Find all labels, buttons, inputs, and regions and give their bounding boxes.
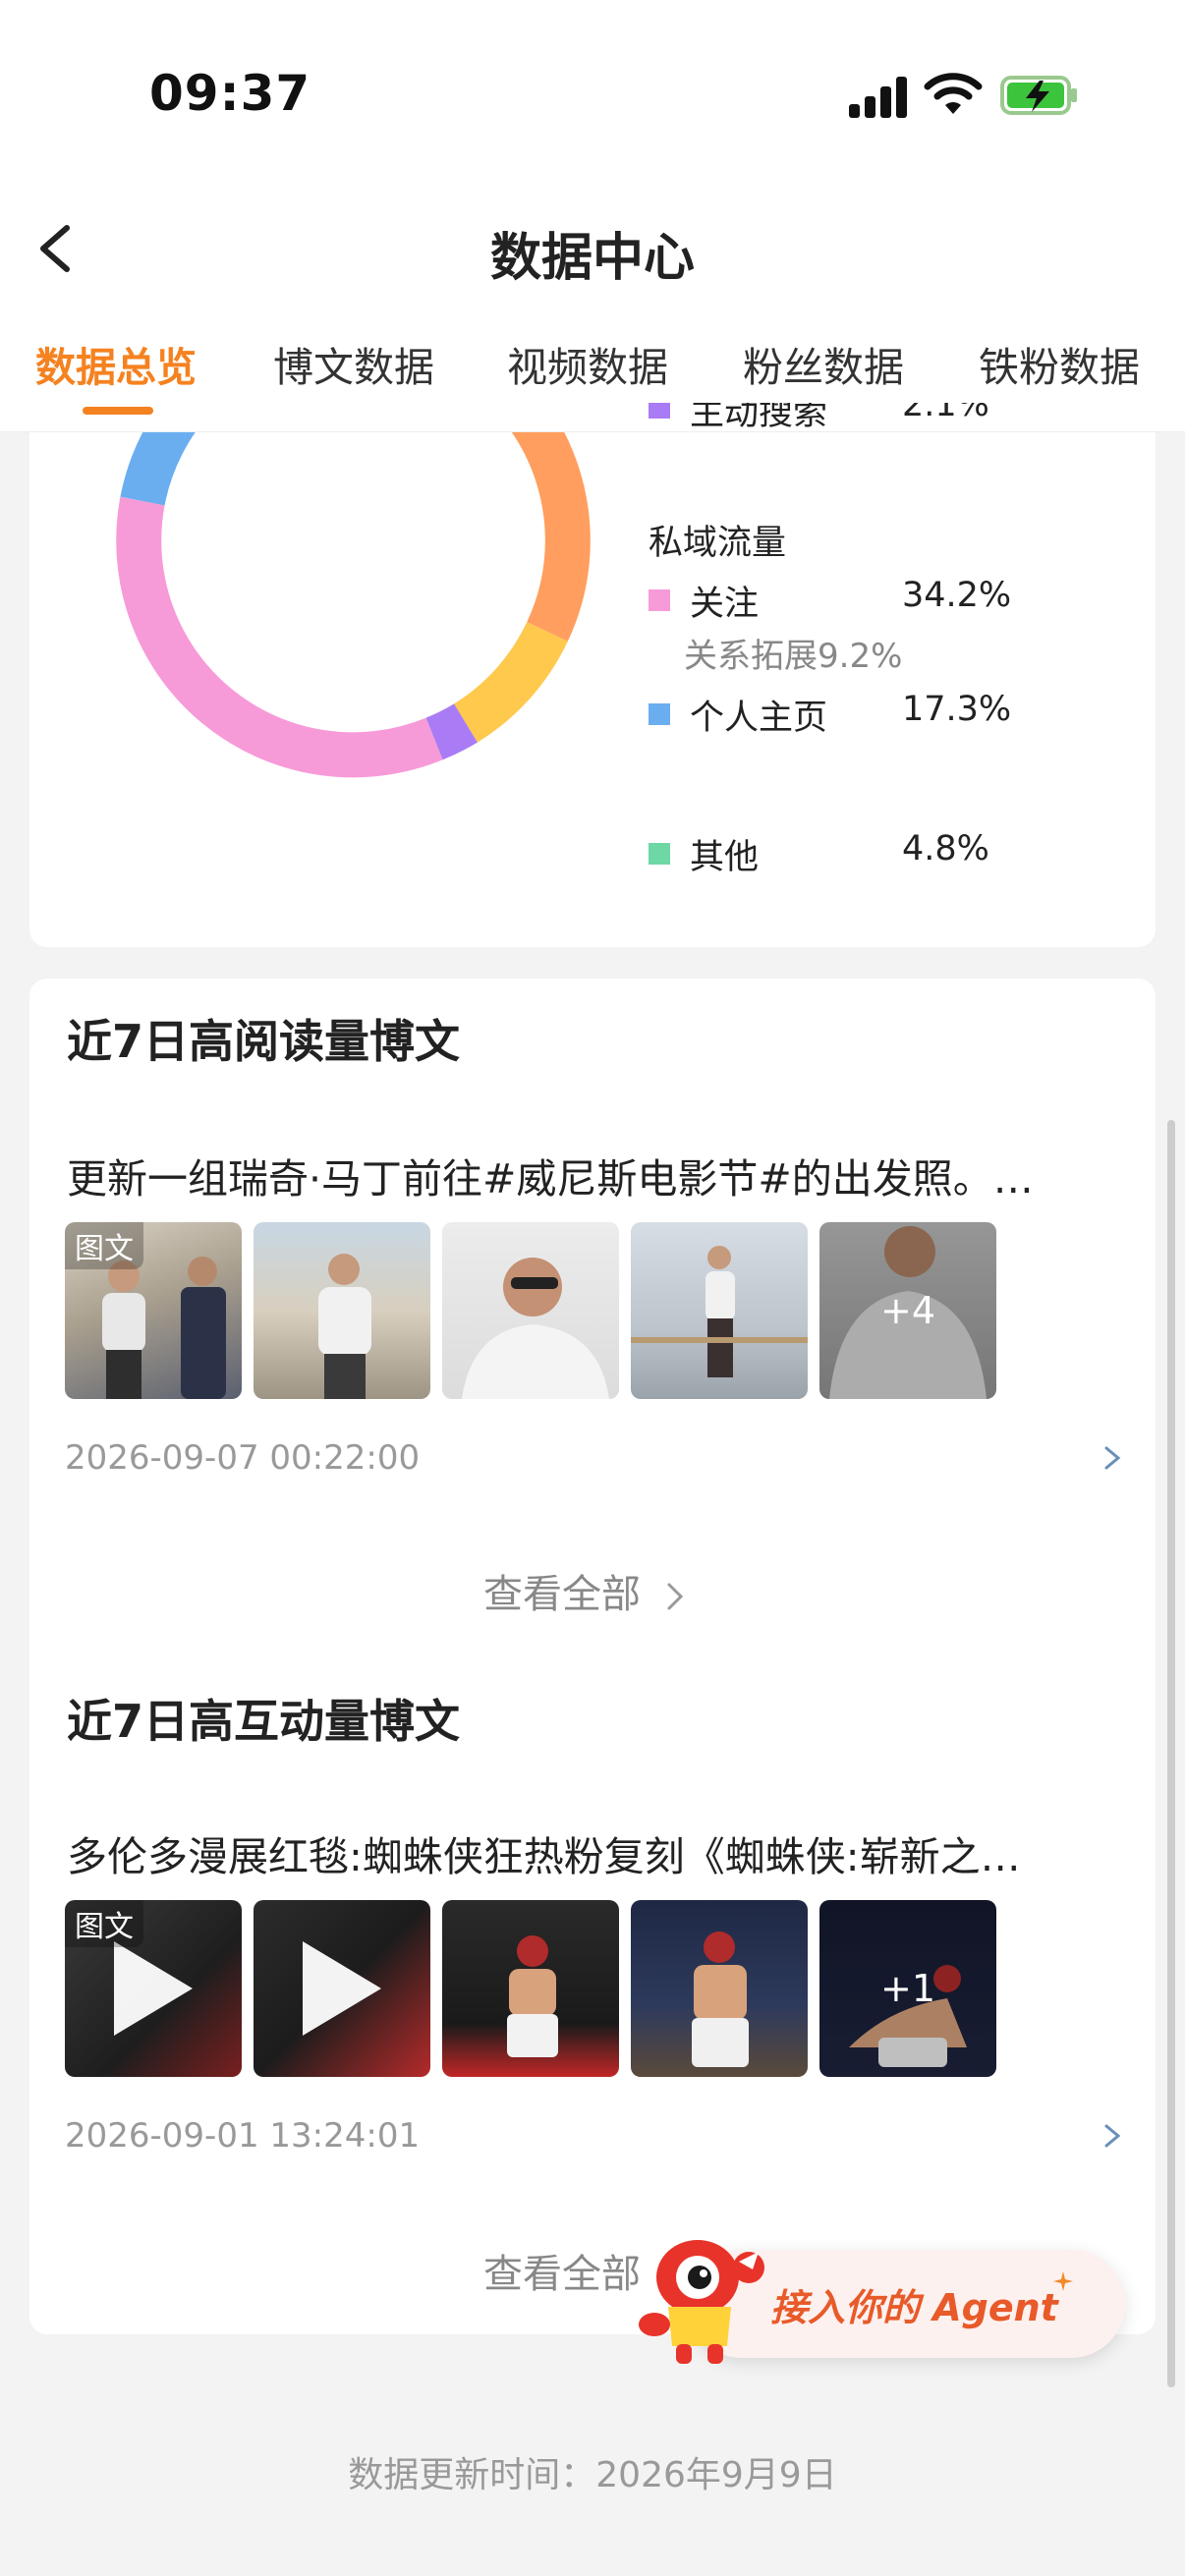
page-title: 数据中心 bbox=[489, 229, 695, 288]
top-read-title: 近7日高阅读量博文 bbox=[67, 1015, 461, 1068]
chevron-right-icon bbox=[667, 1583, 683, 1610]
post-thumbnail-more[interactable]: +1 bbox=[819, 1900, 996, 2077]
more-images-count: +4 bbox=[819, 1222, 996, 1399]
signal-icon bbox=[849, 77, 908, 118]
top-interact-title: 近7日高互动量博文 bbox=[67, 1695, 461, 1748]
legend-row-follow: 关注 34.2% bbox=[649, 576, 1120, 625]
active-tab-indicator bbox=[83, 407, 153, 415]
traffic-donut-chart bbox=[86, 432, 622, 806]
legend-label: 其他 bbox=[690, 838, 760, 877]
mascot-icon[interactable] bbox=[629, 2222, 776, 2370]
top-read-thumbnails: 图文 +4 bbox=[65, 1222, 1047, 1399]
legend-label: 个人主页 bbox=[690, 699, 828, 738]
image-text-badge: 图文 bbox=[65, 1900, 143, 1947]
segment-yellow bbox=[453, 621, 568, 743]
image-text-badge: 图文 bbox=[65, 1222, 143, 1269]
sparkle-icon bbox=[1053, 2271, 1073, 2291]
segment-pink bbox=[116, 496, 443, 778]
post-thumbnail[interactable] bbox=[631, 1900, 808, 2077]
tab-video-data[interactable]: 视频数据 bbox=[507, 334, 668, 393]
post-date: 2026-09-01 13:24:01 bbox=[65, 2116, 421, 2156]
post-thumbnail[interactable] bbox=[442, 1222, 619, 1399]
legend-value: 4.8% bbox=[902, 829, 989, 868]
more-images-count: +1 bbox=[819, 1900, 996, 2077]
tab-fans-data[interactable]: 粉丝数据 bbox=[743, 334, 904, 393]
legend-row-search: 主动搜索 2.1% bbox=[649, 403, 1120, 428]
legend-swatch bbox=[649, 703, 670, 725]
wifi-icon bbox=[924, 69, 983, 118]
post-thumbnail[interactable] bbox=[254, 1222, 430, 1399]
post-date: 2026-09-07 00:22:00 bbox=[65, 1438, 421, 1478]
status-bar: 09:37 bbox=[0, 0, 1185, 196]
video-thumbnail[interactable]: 图文 bbox=[65, 1900, 242, 2077]
tab-overview[interactable]: 数据总览 bbox=[35, 334, 197, 393]
legend-label: 主动搜索 bbox=[690, 403, 828, 428]
legend-value: 2.1% bbox=[902, 403, 989, 424]
view-all-label: 查看全部 bbox=[483, 1572, 641, 1617]
legend-value: 17.3% bbox=[902, 690, 1012, 729]
legend-swatch bbox=[649, 403, 670, 419]
legend-swatch bbox=[649, 843, 670, 865]
view-all-top-interact-button[interactable]: 查看全部 bbox=[483, 2242, 641, 2299]
private-traffic-title: 私域流量 bbox=[649, 524, 787, 563]
data-update-time: 数据更新时间：2026年9月9日 bbox=[348, 2455, 837, 2495]
segment-blue bbox=[120, 432, 196, 506]
segment-orange bbox=[511, 432, 591, 642]
legend-label: 关注 bbox=[690, 585, 760, 624]
chevron-right-icon[interactable] bbox=[1097, 2116, 1126, 2156]
post-thumbnail[interactable]: 图文 bbox=[65, 1222, 242, 1399]
app-header: 数据中心 数据总览 博文数据 视频数据 粉丝数据 铁粉数据 bbox=[0, 196, 1185, 432]
view-all-top-read-button[interactable]: 查看全部 bbox=[483, 1562, 689, 1619]
agent-label: 接入你的 Agent bbox=[770, 2286, 1058, 2329]
post-thumbnail[interactable] bbox=[442, 1900, 619, 2077]
video-thumbnail[interactable] bbox=[254, 1900, 430, 2077]
legend-row-homepage: 个人主页 17.3% bbox=[649, 690, 1120, 739]
top-read-post-text[interactable]: 更新一组瑞奇·马丁前往#威尼斯电影节#的出发照。… bbox=[67, 1146, 1118, 1204]
scrollbar[interactable] bbox=[1167, 1120, 1175, 2387]
chevron-right-icon[interactable] bbox=[1097, 1438, 1126, 1478]
play-icon bbox=[114, 1941, 193, 2036]
relation-expand-note: 关系拓展9.2% bbox=[684, 637, 903, 676]
status-time: 09:37 bbox=[149, 65, 311, 122]
legend-row-other: 其他 4.8% bbox=[649, 829, 1120, 878]
segment-purple bbox=[425, 703, 478, 760]
tab-iron-fans-data[interactable]: 铁粉数据 bbox=[979, 334, 1140, 393]
post-thumbnail-more[interactable]: +4 bbox=[819, 1222, 996, 1399]
legend-value: 34.2% bbox=[902, 576, 1012, 615]
view-all-label: 查看全部 bbox=[483, 2252, 641, 2297]
legend-swatch bbox=[649, 589, 670, 611]
post-thumbnail[interactable] bbox=[631, 1222, 808, 1399]
top-interact-thumbnails: 图文 +1 bbox=[65, 1900, 1047, 2077]
battery-charging-icon bbox=[1000, 75, 1079, 116]
top-interact-post-text[interactable]: 多伦多漫展红毯:蜘蛛侠狂热粉复刻《蜘蛛侠:崭新之… bbox=[67, 1823, 1118, 1882]
traffic-legend: 主动搜索 2.1% 私域流量 关注 34.2% 关系拓展9.2% 个人主页 17… bbox=[649, 403, 1120, 924]
tab-post-data[interactable]: 博文数据 bbox=[273, 334, 434, 393]
play-icon bbox=[303, 1941, 381, 2036]
